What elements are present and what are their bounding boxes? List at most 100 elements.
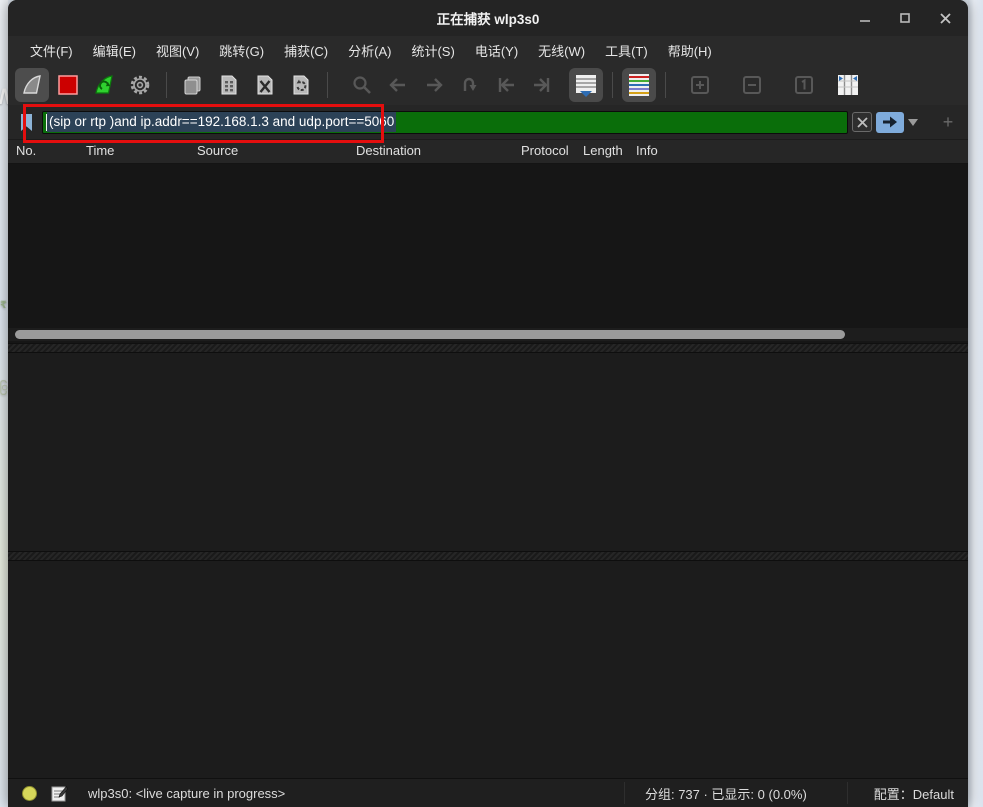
stop-square-icon — [57, 74, 79, 96]
go-forward-button[interactable] — [417, 68, 451, 102]
save-file-button[interactable] — [212, 68, 246, 102]
auto-scroll-button[interactable] — [569, 68, 603, 102]
zoom-out-icon — [742, 75, 762, 95]
go-first-packet-button[interactable] — [489, 68, 523, 102]
resize-columns-icon — [835, 72, 861, 98]
close-button[interactable] — [932, 5, 958, 31]
arrow-left-icon — [387, 74, 409, 96]
status-bar: wlp3s0: <live capture in progress> 分组: 7… — [8, 778, 968, 807]
expert-info-icon[interactable] — [22, 786, 37, 801]
zoom-in-button[interactable] — [683, 68, 717, 102]
filter-clear-button[interactable] — [852, 112, 872, 132]
stop-capture-button[interactable] — [51, 68, 85, 102]
menu-wireless[interactable]: 无线(W) — [528, 38, 595, 63]
start-capture-button[interactable] — [15, 68, 49, 102]
reload-file-button[interactable] — [284, 68, 318, 102]
column-destination[interactable]: Destination — [356, 143, 421, 158]
toolbar-separator — [166, 72, 167, 98]
bookmark-icon — [19, 113, 34, 132]
arrow-to-end-icon — [531, 74, 553, 96]
pane-splitter-top[interactable] — [8, 344, 968, 352]
horizontal-scrollbar[interactable] — [8, 328, 968, 341]
capture-comment-icon[interactable] — [51, 785, 68, 802]
close-file-button[interactable] — [248, 68, 282, 102]
shark-fin-icon — [20, 73, 44, 97]
menu-help[interactable]: 帮助(H) — [658, 38, 722, 63]
zoom-out-button[interactable] — [735, 68, 769, 102]
restart-fin-icon — [92, 73, 116, 97]
pane-splitter-bottom[interactable] — [8, 552, 968, 560]
menu-capture[interactable]: 捕获(C) — [274, 38, 338, 63]
menu-statistics[interactable]: 统计(S) — [401, 38, 464, 63]
jump-arrow-icon — [459, 74, 481, 96]
column-info[interactable]: Info — [636, 143, 658, 158]
capture-status-text: wlp3s0: <live capture in progress> — [88, 786, 285, 801]
column-source[interactable]: Source — [197, 143, 238, 158]
find-packet-button[interactable] — [345, 68, 379, 102]
filter-bookmark-button[interactable] — [14, 109, 38, 135]
go-to-packet-button[interactable] — [453, 68, 487, 102]
search-icon — [351, 74, 373, 96]
column-length[interactable]: Length — [583, 143, 623, 158]
reload-file-icon — [289, 73, 313, 97]
zoom-normal-icon — [794, 75, 814, 95]
packet-list-pane[interactable] — [8, 164, 968, 344]
menu-telephony[interactable]: 电话(Y) — [465, 38, 528, 63]
minimize-button[interactable] — [852, 5, 878, 31]
resize-columns-button[interactable] — [831, 68, 865, 102]
chevron-down-icon — [908, 119, 918, 126]
apply-arrow-icon — [882, 116, 898, 128]
wallpaper-glyph: ြ — [0, 380, 8, 395]
capture-options-button[interactable] — [123, 68, 157, 102]
packet-details-pane[interactable] — [8, 352, 968, 552]
gear-icon — [128, 73, 152, 97]
menu-bar: 文件(F) 编辑(E) 视图(V) 跳转(G) 捕获(C) 分析(A) 统计(S… — [8, 36, 968, 64]
go-last-packet-button[interactable] — [525, 68, 559, 102]
colorize-packets-button[interactable] — [622, 68, 656, 102]
window-title: 正在捕获 wlp3s0 — [437, 8, 540, 28]
packet-count-text: 分组: 737 · 已显示: 0 (0.0%) — [624, 782, 848, 804]
menu-edit[interactable]: 编辑(E) — [83, 38, 146, 63]
titlebar[interactable]: 正在捕获 wlp3s0 — [8, 0, 968, 36]
arrow-to-start-icon — [495, 74, 517, 96]
open-file-icon — [181, 73, 205, 97]
arrow-right-icon — [423, 74, 445, 96]
menu-file[interactable]: 文件(F) — [20, 38, 83, 63]
toolbar-separator — [327, 72, 328, 98]
desktop-background-right — [968, 0, 983, 807]
menu-analyze[interactable]: 分析(A) — [338, 38, 401, 63]
column-no[interactable]: No. — [16, 143, 36, 158]
menu-go[interactable]: 跳转(G) — [209, 38, 274, 63]
filter-bar: (sip or rtp )and ip.addr==192.168.1.3 an… — [8, 105, 968, 140]
column-time[interactable]: Time — [86, 143, 114, 158]
profile-text[interactable]: 配置：Default — [868, 784, 954, 803]
close-file-icon — [253, 73, 277, 97]
toolbar-separator — [612, 72, 613, 98]
maximize-button[interactable] — [892, 5, 918, 31]
colorize-icon — [626, 72, 652, 98]
display-filter-input[interactable]: (sip or rtp )and ip.addr==192.168.1.3 an… — [42, 111, 848, 134]
zoom-normal-button[interactable] — [787, 68, 821, 102]
save-file-icon — [217, 73, 241, 97]
go-back-button[interactable] — [381, 68, 415, 102]
filter-dropdown-button[interactable] — [904, 112, 922, 133]
packet-list-header: No. Time Source Destination Protocol Len… — [8, 140, 968, 164]
auto-scroll-icon — [573, 72, 599, 98]
filter-add-button[interactable]: + — [936, 110, 960, 134]
menu-view[interactable]: 视图(V) — [146, 38, 209, 63]
display-filter-value: (sip or rtp )and ip.addr==192.168.1.3 an… — [47, 112, 396, 132]
filter-apply-button[interactable] — [876, 112, 904, 133]
plus-icon: + — [943, 112, 954, 133]
packet-bytes-pane[interactable] — [8, 560, 968, 778]
wireshark-window: 正在捕获 wlp3s0 文件(F) 编辑(E) 视图(V) 跳转(G) 捕获(C… — [8, 0, 968, 807]
main-toolbar — [8, 64, 968, 105]
restart-capture-button[interactable] — [87, 68, 121, 102]
clear-x-icon — [857, 117, 868, 128]
toolbar-separator — [665, 72, 666, 98]
column-protocol[interactable]: Protocol — [521, 143, 569, 158]
menu-tools[interactable]: 工具(T) — [595, 38, 658, 63]
open-file-button[interactable] — [176, 68, 210, 102]
horizontal-scrollbar-thumb[interactable] — [15, 330, 845, 339]
desktop-background-left: W ₹ ြ — [0, 0, 8, 807]
zoom-in-icon — [690, 75, 710, 95]
